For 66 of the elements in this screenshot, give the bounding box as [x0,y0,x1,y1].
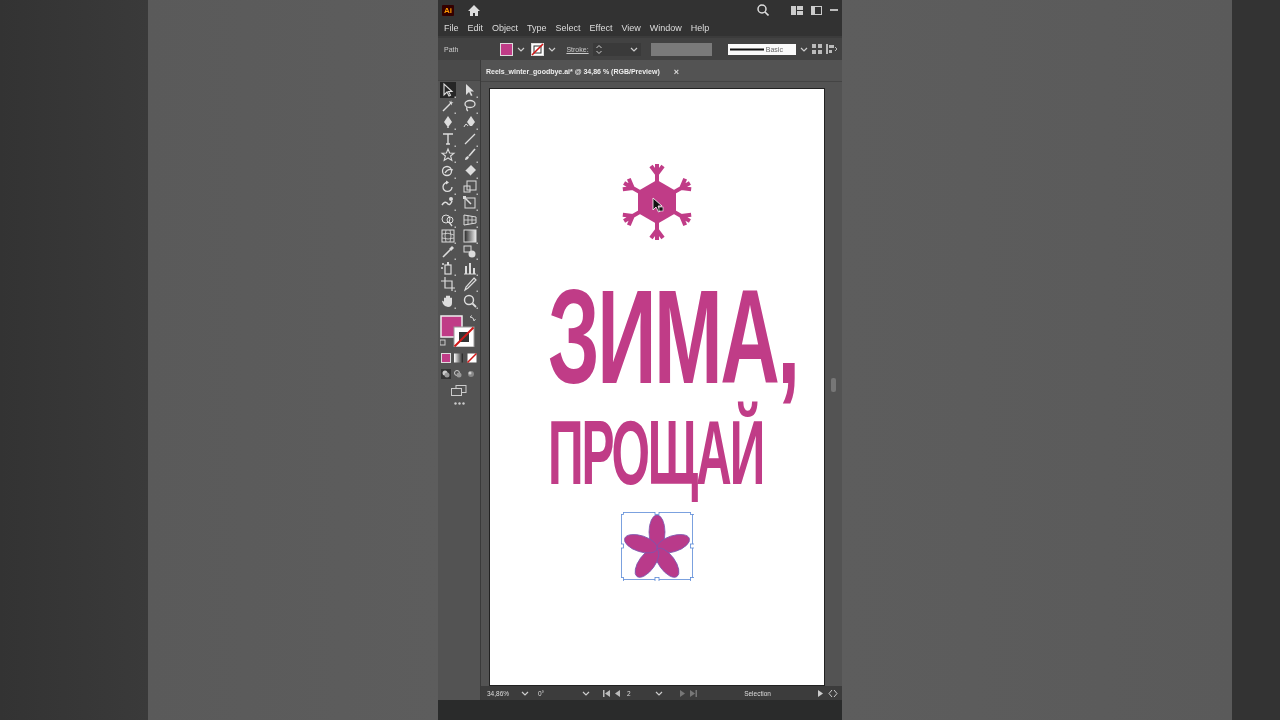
warp-icon[interactable] [440,195,456,212]
play-icon[interactable] [818,689,823,697]
stroke-line-icon [729,47,764,51]
gradient-icon[interactable] [462,227,478,244]
shape-builder-icon[interactable] [440,211,456,228]
fill-swatch-icon[interactable] [500,42,514,56]
transform-icon[interactable] [826,44,838,54]
first-artboard-icon[interactable] [603,689,610,697]
align-icon[interactable] [812,44,822,54]
type-icon[interactable] [440,130,456,147]
lasso-icon[interactable] [462,98,478,115]
menu-item[interactable]: Window [645,23,686,33]
menu-item[interactable]: Effect [585,23,617,33]
spray-can-icon[interactable] [440,260,456,277]
caret-icon[interactable] [800,46,808,52]
variable-width-field[interactable] [651,42,712,56]
crop-icon[interactable] [440,276,456,293]
caret-icon[interactable] [517,46,526,52]
stroke-weight-field[interactable] [592,42,642,56]
fill-stroke-swatches-icon[interactable] [440,314,478,347]
app-logo: Ai [442,4,454,16]
menu-item[interactable]: File [440,23,463,33]
color-modes-icon[interactable] [441,352,477,363]
scroll-bar[interactable] [831,378,836,392]
draw-modes-icon[interactable] [441,368,477,379]
menu-item[interactable]: Edit [463,23,488,33]
caret-icon[interactable] [521,690,529,696]
perspective-grid-icon[interactable] [462,211,478,228]
next-icon[interactable] [680,689,685,697]
shaper-icon[interactable] [440,163,456,180]
stroke-swatch-icon[interactable] [531,42,545,56]
scale-icon[interactable] [462,179,478,196]
star-icon[interactable] [440,146,456,163]
screen-mode-icon[interactable] [451,384,467,396]
workspace-icon[interactable] [791,5,803,15]
home-icon[interactable] [468,4,480,16]
mesh-icon[interactable] [440,227,456,244]
blend-icon[interactable] [462,243,478,260]
menu-item[interactable]: Select [551,23,585,33]
last-artboard-icon[interactable] [690,689,697,697]
zoom-icon[interactable] [462,292,478,309]
eyedropper-icon[interactable] [440,243,456,260]
minimize-icon[interactable] [830,6,838,14]
panel-icon[interactable] [811,5,822,15]
menu-item[interactable]: Object [488,23,523,33]
more-icon[interactable] [453,401,465,405]
cursor-icon [652,197,664,213]
caret-icon[interactable] [655,690,663,696]
stepper-icon[interactable] [595,43,602,55]
free-transform-icon[interactable] [462,195,478,212]
caret-icon[interactable] [582,690,590,696]
selection-arrow-icon[interactable] [440,82,456,99]
previous-icon[interactable] [615,689,620,697]
menu-item[interactable]: Type [523,23,551,33]
menu-item[interactable]: View [617,23,645,33]
bar-graph-icon[interactable] [462,260,478,277]
menu-item[interactable]: Help [686,23,714,33]
flower-drawing[interactable] [621,512,694,581]
close-button[interactable]: × [673,66,679,77]
code-arrows-icon[interactable] [828,689,838,697]
caret-icon[interactable] [548,46,557,52]
magic-wand-icon[interactable] [440,98,456,115]
rotate-icon[interactable] [440,179,456,196]
caret-icon[interactable] [630,46,639,52]
brush-icon[interactable] [462,146,478,163]
search-icon[interactable] [757,4,769,16]
